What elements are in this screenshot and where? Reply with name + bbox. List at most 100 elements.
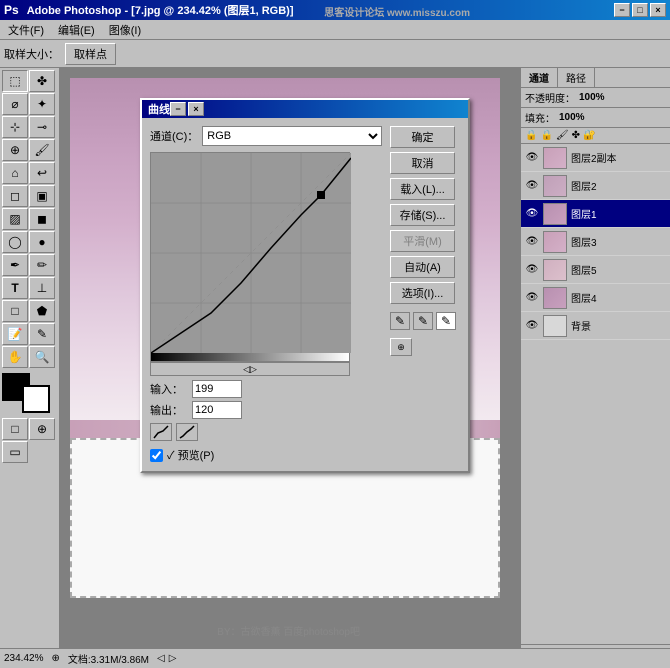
black-point-eyedropper[interactable]: ✎ — [390, 312, 410, 330]
curve-icon-btn-2[interactable] — [176, 423, 198, 441]
layer-item-6[interactable]: 👁 背景 — [521, 312, 670, 340]
tool-row-masks: □ ⊕ — [2, 418, 57, 440]
menu-image[interactable]: 图像(I) — [103, 21, 147, 39]
vertical-text[interactable]: ⊥ — [29, 277, 55, 299]
layer-eye-0[interactable]: 👁 — [525, 151, 539, 165]
curves-min-btn[interactable]: − — [170, 102, 186, 116]
crop-tool[interactable]: ⊹ — [2, 116, 28, 138]
title-bar: Ps Adobe Photoshop - [7.jpg @ 234.42% (图… — [0, 0, 670, 20]
layer-eye-2[interactable]: 👁 — [525, 207, 539, 221]
freeform-pen[interactable]: ✏ — [29, 254, 55, 276]
layer-thumb-6 — [543, 315, 567, 337]
layer-thumb-0 — [543, 147, 567, 169]
slice-tool[interactable]: ⊸ — [29, 116, 55, 138]
curves-body: 通道(C)： RGB 红 绿 蓝 — [142, 118, 468, 471]
lock-icon-1[interactable]: 🔒 — [540, 130, 552, 141]
curves-ok-button[interactable]: 确定 — [390, 126, 455, 148]
pen-tool[interactable]: ✒ — [2, 254, 28, 276]
layer-item-1[interactable]: 👁 图层2 — [521, 172, 670, 200]
curves-smooth-button[interactable]: 平滑(M) — [390, 230, 455, 252]
layer-item-5[interactable]: 👁 图层4 — [521, 284, 670, 312]
curves-canvas[interactable] — [150, 152, 350, 352]
main-area: ⬚ ✤ ⌀ ✦ ⊹ ⊸ ⊕ 🖌 ⌂ ↩ ◻ ▣ ▨ ◼ ◯ ● — [0, 68, 670, 668]
sample-size-label: 取样大小： — [4, 46, 59, 62]
curve-icon-btn-1[interactable] — [150, 423, 172, 441]
sample-size-button[interactable]: 取样点 — [65, 43, 116, 65]
layer-eye-4[interactable]: 👁 — [525, 263, 539, 277]
curves-close-btn[interactable]: × — [188, 102, 204, 116]
menu-edit[interactable]: 编辑(E) — [52, 21, 101, 39]
layer-item-0[interactable]: 👁 图层2副本 — [521, 144, 670, 172]
opacity-label: 不透明度： — [525, 90, 575, 105]
curves-auto-button[interactable]: 自动(A) — [390, 256, 455, 278]
curves-channel-select[interactable]: RGB 红 绿 蓝 — [202, 126, 382, 146]
canvas-area: 曲线 − × 通道(C)： RGB 红 绿 蓝 — [60, 68, 520, 668]
layers-tab[interactable]: 通道 — [521, 68, 558, 87]
curves-arrows[interactable]: ◁▷ — [150, 362, 350, 376]
background-eraser[interactable]: ▣ — [29, 185, 55, 207]
layer-name-6: 背景 — [571, 318, 666, 333]
custom-shape[interactable]: ⬟ — [29, 300, 55, 322]
curves-options-button[interactable]: 选项(I)... — [390, 282, 455, 304]
lock-icon-4[interactable]: 🔐 — [583, 130, 595, 141]
curves-cancel-button[interactable]: 取消 — [390, 152, 455, 174]
layer-eye-3[interactable]: 👁 — [525, 235, 539, 249]
curves-eyedropper-small[interactable]: ⊕ — [390, 338, 412, 356]
tool-row-screen: ▭ — [2, 441, 57, 463]
layer-eye-5[interactable]: 👁 — [525, 291, 539, 305]
curves-load-button[interactable]: 载入(L)... — [390, 178, 455, 200]
nav-arrow-left[interactable]: ◁ — [157, 653, 165, 664]
eraser-tool[interactable]: ◻ — [2, 185, 28, 207]
curves-channel-label: 通道(C)： — [150, 128, 198, 144]
standard-mode[interactable]: □ — [2, 418, 28, 440]
layer-eye-6[interactable]: 👁 — [525, 319, 539, 333]
screen-mode[interactable]: ▭ — [2, 441, 28, 463]
lasso-tool[interactable]: ⌀ — [2, 93, 28, 115]
quick-mask[interactable]: ⊕ — [29, 418, 55, 440]
lock-icon-3[interactable]: ✤ — [572, 130, 580, 141]
zoom-tool[interactable]: 🔍 — [29, 346, 55, 368]
gray-point-eyedropper[interactable]: ✎ — [413, 312, 433, 330]
fill-value: 100% — [559, 112, 585, 123]
tool-row-1: ⬚ ✤ — [2, 70, 57, 92]
layer-eye-1[interactable]: 👁 — [525, 179, 539, 193]
clone-stamp[interactable]: ⌂ — [2, 162, 28, 184]
hand-tool[interactable]: ✋ — [2, 346, 28, 368]
maximize-button[interactable]: □ — [632, 3, 648, 17]
minimize-button[interactable]: − — [614, 3, 630, 17]
shape-tool[interactable]: □ — [2, 300, 28, 322]
curves-input-field[interactable]: 199 — [192, 380, 242, 398]
eyedropper-tool[interactable]: ✎ — [29, 323, 55, 345]
curves-output-field[interactable]: 120 — [192, 401, 242, 419]
layer-item-3[interactable]: 👁 图层3 — [521, 228, 670, 256]
curves-save-button[interactable]: 存储(S)... — [390, 204, 455, 226]
paint-bucket[interactable]: ◼ — [29, 208, 55, 230]
fill-label: 填充： — [525, 110, 555, 125]
magic-wand[interactable]: ✦ — [29, 93, 55, 115]
white-point-eyedropper[interactable]: ✎ — [436, 312, 456, 330]
move-tool[interactable]: ✤ — [29, 70, 55, 92]
gradient-tool[interactable]: ▨ — [2, 208, 28, 230]
text-tool[interactable]: T — [2, 277, 28, 299]
brush-tool[interactable]: 🖌 — [29, 139, 55, 161]
layer-item-2[interactable]: 👁 图层1 — [521, 200, 670, 228]
preview-checkbox[interactable] — [150, 449, 163, 462]
curves-input-row: 输入： 199 — [150, 380, 382, 398]
selection-tool[interactable]: ⬚ — [2, 70, 28, 92]
layer-thumb-4 — [543, 259, 567, 281]
close-button[interactable]: × — [650, 3, 666, 17]
tool-row-7: ▨ ◼ — [2, 208, 57, 230]
lock-icon-2[interactable]: 🖌 — [556, 130, 569, 141]
layer-thumb-2 — [543, 203, 567, 225]
nav-arrow-right[interactable]: ▷ — [169, 653, 177, 664]
dodge-tool[interactable]: ◯ — [2, 231, 28, 253]
layer-item-4[interactable]: 👁 图层5 — [521, 256, 670, 284]
notes-tool[interactable]: 📝 — [2, 323, 28, 345]
menu-file[interactable]: 文件(F) — [2, 21, 50, 39]
layer-name-5: 图层4 — [571, 290, 666, 305]
burn-tool[interactable]: ● — [29, 231, 55, 253]
healing-brush[interactable]: ⊕ — [2, 139, 28, 161]
paths-tab[interactable]: 路径 — [558, 68, 595, 87]
background-color[interactable] — [22, 385, 50, 413]
history-brush[interactable]: ↩ — [29, 162, 55, 184]
